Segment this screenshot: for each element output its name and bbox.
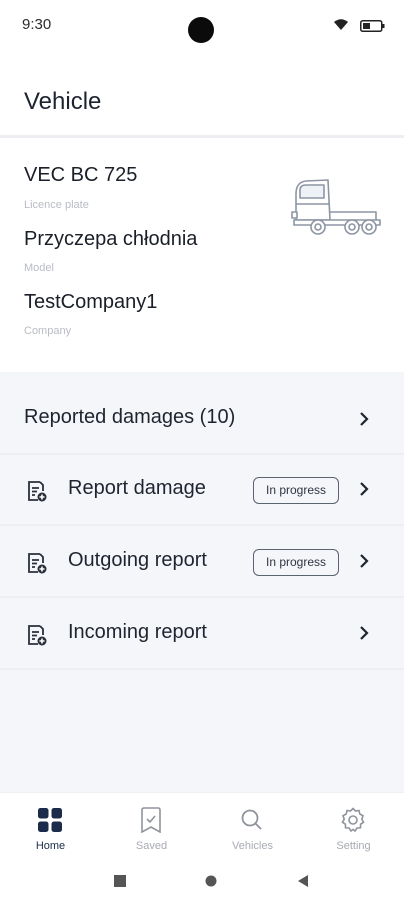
document-icon (28, 553, 47, 574)
nav-label-saved: Saved (135, 840, 168, 852)
report-damage-row[interactable]: Report damage In progress (0, 455, 404, 526)
battery-icon (360, 20, 385, 32)
company-caption: Company (24, 325, 72, 337)
chevron-right-icon (360, 626, 369, 640)
search-icon (241, 809, 262, 830)
nav-label-setting: Setting (336, 840, 371, 852)
nav-item-vehicles[interactable]: Vehicles (202, 793, 303, 865)
home-icon[interactable] (204, 874, 218, 888)
app-header: Vehicle (0, 52, 404, 138)
back-icon[interactable] (296, 874, 310, 888)
document-icon (28, 625, 47, 646)
nav-label-vehicles: Vehicles (232, 840, 273, 852)
nav-item-saved[interactable]: Saved (101, 793, 202, 865)
incoming-report-label: Incoming report (68, 621, 207, 643)
reported-damages-label: Reported damages (10) (24, 406, 236, 428)
nav-item-setting[interactable]: Setting (303, 793, 404, 865)
reported-damages-row[interactable]: Reported damages (10) (0, 382, 404, 455)
nav-item-home[interactable]: Home (0, 793, 101, 865)
bookmark-icon (141, 807, 161, 833)
incoming-report-row[interactable]: Incoming report (0, 599, 404, 670)
model-caption: Model (24, 262, 54, 274)
document-icon (28, 481, 47, 502)
wifi-icon (334, 19, 348, 30)
licence-plate-caption: Licence plate (24, 199, 89, 211)
status-badge: In progress (253, 549, 339, 576)
gear-icon (341, 807, 365, 833)
status-time: 9:30 (22, 16, 52, 33)
system-nav-bar (0, 864, 404, 900)
bottom-nav: Home Saved Vehicles Setting (0, 792, 404, 864)
chevron-right-icon (360, 482, 369, 496)
model-value: Przyczepa chłodnia (24, 228, 198, 250)
page-title: Vehicle (24, 88, 102, 115)
camera-cutout (188, 17, 214, 43)
status-badge: In progress (253, 477, 339, 504)
outgoing-report-row[interactable]: Outgoing report In progress (0, 527, 404, 598)
status-bar: 9:30 (0, 0, 404, 52)
menu-list: Reported damages (10) Report damage In p… (0, 372, 404, 792)
company-value: TestCompany1 (24, 291, 158, 313)
nav-label-home: Home (35, 840, 66, 852)
licence-plate-value: VEC BC 725 (24, 164, 138, 186)
outgoing-report-label: Outgoing report (68, 549, 207, 571)
chevron-right-icon (360, 412, 369, 426)
vehicle-card: VEC BC 725 Licence plate Przyczepa chłod… (0, 140, 404, 372)
report-damage-label: Report damage (68, 477, 206, 499)
truck-icon (291, 179, 381, 235)
recent-apps-icon[interactable] (113, 874, 127, 888)
grid-icon (38, 808, 62, 832)
chevron-right-icon (360, 554, 369, 568)
